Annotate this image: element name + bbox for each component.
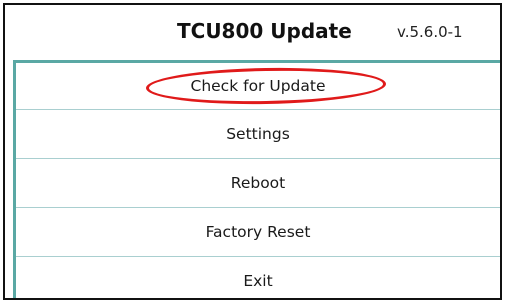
main-menu: Check for Update Settings Reboot Factory… — [13, 60, 500, 298]
menu-item-label: Settings — [226, 125, 290, 143]
menu-item-check-for-update[interactable]: Check for Update — [16, 63, 500, 110]
window-header: TCU800 Update v.5.6.0-1 — [5, 5, 500, 59]
menu-item-label: Reboot — [230, 174, 286, 192]
update-window: TCU800 Update v.5.6.0-1 Check for Update… — [3, 3, 502, 300]
window-title: TCU800 Update — [177, 19, 352, 43]
menu-item-label: Factory Reset — [205, 223, 311, 241]
menu-item-label: Check for Update — [190, 77, 326, 95]
version-label: v.5.6.0-1 — [397, 23, 463, 41]
menu-item-settings[interactable]: Settings — [16, 110, 500, 159]
menu-item-label: Exit — [243, 272, 273, 290]
menu-item-exit[interactable]: Exit — [16, 257, 500, 298]
menu-item-reboot[interactable]: Reboot — [16, 159, 500, 208]
menu-item-factory-reset[interactable]: Factory Reset — [16, 208, 500, 257]
